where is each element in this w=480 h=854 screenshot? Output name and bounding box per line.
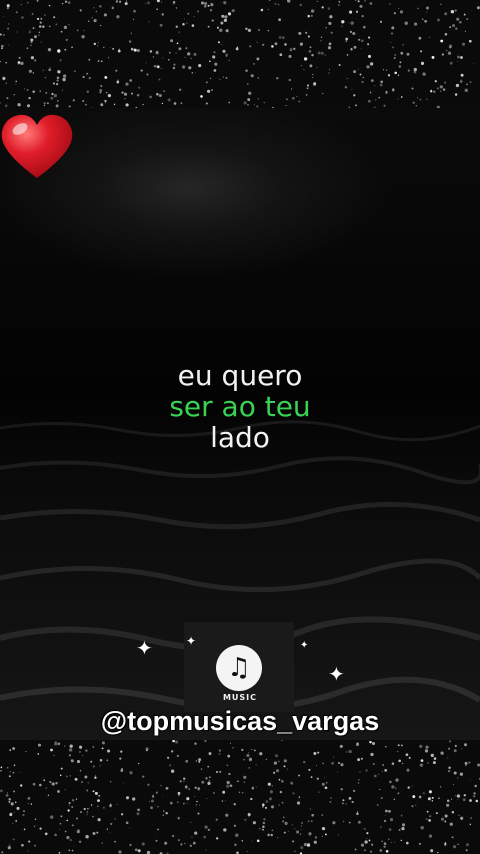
music-notes-icon: ♫ <box>216 645 262 691</box>
lyrics-line-3: lado <box>210 421 270 454</box>
glitter-top-band <box>0 0 480 108</box>
glitter-bottom-band <box>0 740 480 854</box>
channel-handle: @topmusicas_vargas <box>100 706 380 736</box>
sparkle-icon: ✦ <box>300 640 309 651</box>
sparkle-icon: ✦ <box>186 634 197 648</box>
lyrics-line-1: eu quero <box>177 359 303 392</box>
heart-icon <box>1 114 73 178</box>
lyrics-line-2-highlighted: ser ao teu <box>169 390 311 423</box>
lyrics-block: eu quero ser ao teu lado <box>0 360 480 453</box>
sparkle-icon: ✦ <box>328 662 345 686</box>
sparkle-icon: ✦ <box>136 636 153 660</box>
logo-label: MUSIC <box>222 693 258 702</box>
